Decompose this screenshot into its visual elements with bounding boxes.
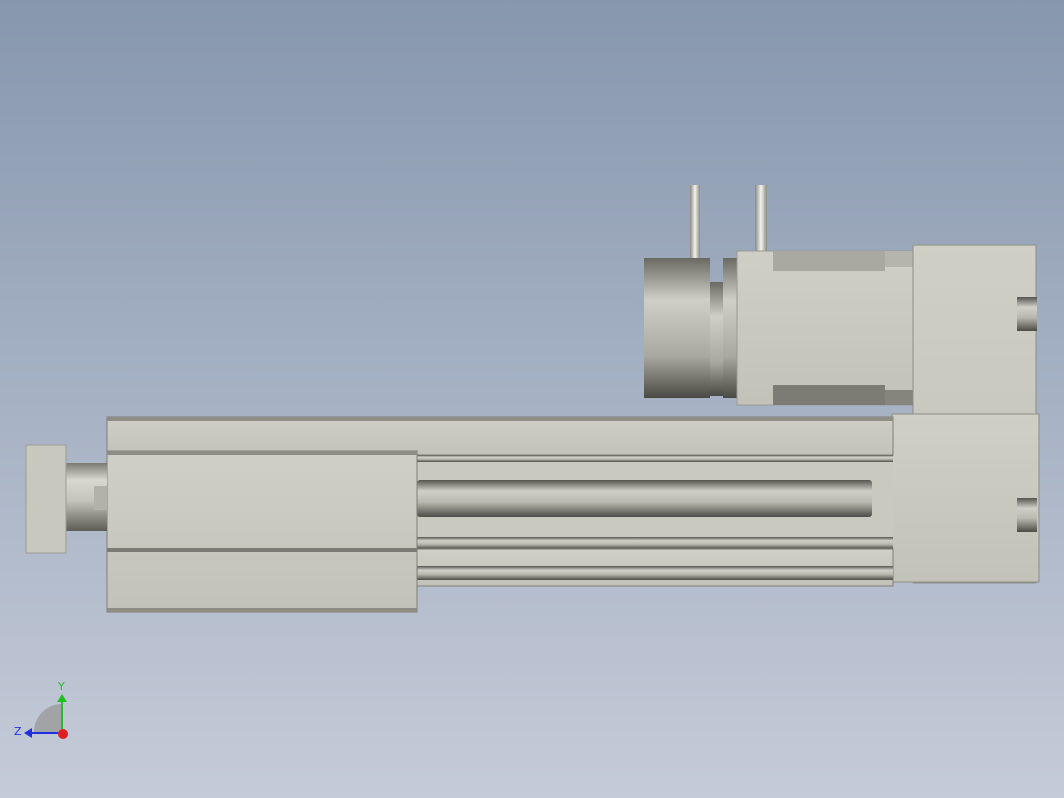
orientation-triad[interactable]: Y Z <box>10 676 80 746</box>
3d-viewport[interactable]: Y Z <box>0 0 1064 798</box>
carriage-mid-line <box>107 548 417 552</box>
actuator-model[interactable] <box>0 0 1064 798</box>
actuator-body-top-edge <box>107 417 893 421</box>
x-axis-dot-icon <box>58 729 68 739</box>
housing-bolt-lower <box>1017 498 1037 532</box>
y-axis-label: Y <box>57 680 65 693</box>
actuator-rail-upper <box>417 455 893 462</box>
actuator-rail-lower <box>417 537 893 549</box>
rod-end-collar <box>94 486 107 510</box>
connector-pin-left <box>690 185 700 260</box>
actuator-body-top <box>106 416 894 456</box>
connector-pin-right <box>755 185 767 253</box>
carriage-bottom-line <box>107 608 417 612</box>
triad-arc <box>34 704 62 732</box>
z-axis-arrow-icon <box>24 728 32 738</box>
motor-bottom-step <box>885 390 915 405</box>
carriage-top-line <box>107 451 417 455</box>
motor-top-groove <box>773 251 885 271</box>
actuator-guide-rod <box>417 480 872 517</box>
motor-neck <box>710 282 724 396</box>
motor-bottom-groove <box>773 385 885 405</box>
z-axis-label: Z <box>14 725 22 738</box>
carriage-block <box>106 450 418 613</box>
motor-end-cap <box>644 258 710 398</box>
rod-end-plate <box>25 444 67 554</box>
motor-top-step <box>885 251 915 267</box>
pulley-housing-lower <box>891 413 1040 583</box>
housing-bolt-upper <box>1017 297 1037 331</box>
y-axis-arrow-icon <box>57 694 67 702</box>
actuator-bottom-groove <box>417 566 893 580</box>
motor-body <box>736 250 916 406</box>
